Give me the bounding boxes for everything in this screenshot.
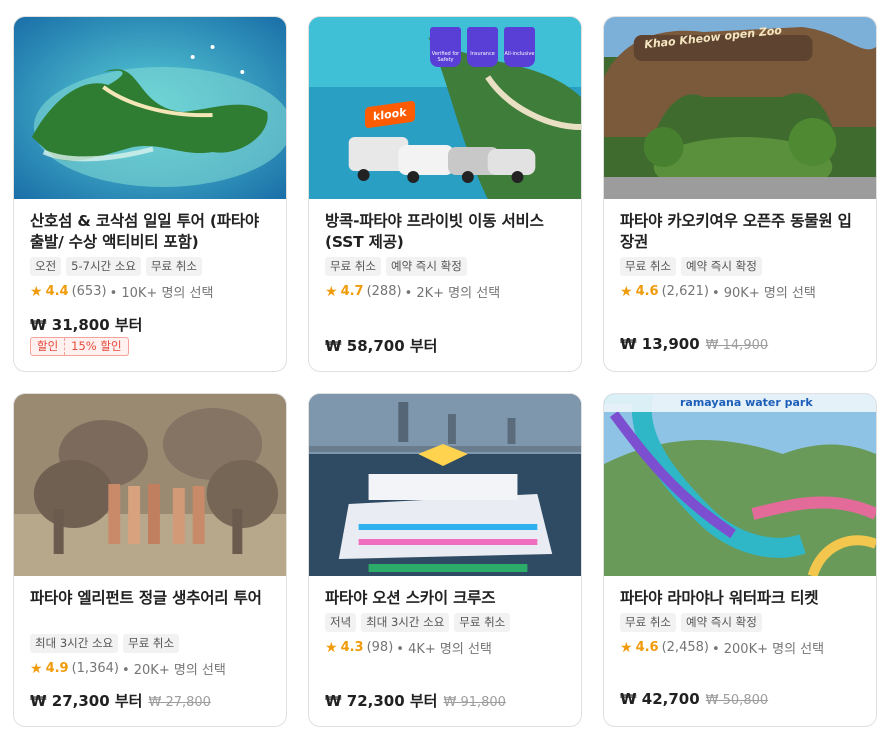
card-image[interactable]: Khao Kheow open Zoo xyxy=(604,17,876,199)
review-count: (288) xyxy=(366,284,402,299)
card-title[interactable]: 파타야 엘리펀트 정글 생추어리 투어 xyxy=(30,588,270,630)
tag: 최대 3시간 소요 xyxy=(361,613,450,632)
price-row: ₩ 42,700 ₩ 50,800 xyxy=(620,690,768,708)
price-row: ₩ 31,800 부터 xyxy=(30,314,142,335)
booked-count: • 90K+ 명의 선택 xyxy=(711,286,816,301)
price: ₩ 31,800 부터 xyxy=(30,316,143,334)
card-image[interactable] xyxy=(14,394,286,576)
booked-count: • 20K+ 명의 선택 xyxy=(121,663,226,678)
activity-grid: 산호섬 & 코삭섬 일일 투어 (파타야 출발/ 수상 액티비티 포함) 오전 … xyxy=(13,16,877,727)
star-icon: ★ xyxy=(620,283,633,300)
price-row: ₩ 58,700 부터 xyxy=(325,335,437,356)
star-icon: ★ xyxy=(30,283,43,300)
rating: ★ 4.3 (98) • 4K+ 명의 선택 xyxy=(325,638,565,658)
star-icon: ★ xyxy=(325,283,338,300)
discount-badge: 할인 15% 할인 xyxy=(30,337,129,356)
tag: 저녁 xyxy=(325,613,357,632)
card-title[interactable]: 방콕-파타야 프라이빗 이동 서비스 (SST 제공) xyxy=(325,211,565,253)
star-icon: ★ xyxy=(620,639,633,656)
tag: 무료 취소 xyxy=(123,634,180,653)
card-image[interactable]: ramayana water park xyxy=(604,394,876,576)
rating-score: 4.7 xyxy=(340,284,364,299)
tag: 무료 취소 xyxy=(325,257,381,276)
tag-list: 최대 3시간 소요 무료 취소 xyxy=(30,634,270,653)
activity-card-elephant-sanctuary[interactable]: 파타야 엘리펀트 정글 생추어리 투어 최대 3시간 소요 무료 취소 ★ 4.… xyxy=(13,393,287,727)
rating: ★ 4.7 (288) • 2K+ 명의 선택 xyxy=(325,282,565,302)
rating: ★ 4.4 (653) • 10K+ 명의 선택 xyxy=(30,282,270,302)
card-image[interactable] xyxy=(309,394,581,576)
rating: ★ 4.6 (2,621) • 90K+ 명의 선택 xyxy=(620,282,860,302)
tag-list: 오전 5-7시간 소요 무료 취소 xyxy=(30,257,270,276)
review-count: (98) xyxy=(366,640,394,655)
tag: 무료 취소 xyxy=(620,257,676,276)
discount-value: 15% 할인 xyxy=(71,339,122,353)
rating: ★ 4.9 (1,364) • 20K+ 명의 선택 xyxy=(30,659,270,679)
tag: 예약 즉시 확정 xyxy=(680,613,762,632)
tag: 5-7시간 소요 xyxy=(66,257,141,276)
rating-score: 4.9 xyxy=(45,661,69,676)
card-image[interactable] xyxy=(14,17,286,199)
original-price: ₩ 91,800 xyxy=(443,695,506,710)
discount-label: 할인 xyxy=(31,338,66,355)
review-count: (1,364) xyxy=(71,661,119,676)
price-row: ₩ 72,300 부터 ₩ 91,800 xyxy=(325,690,506,711)
original-price: ₩ 27,800 xyxy=(148,695,211,710)
insurance-badge: Insurance xyxy=(467,27,498,67)
verified-safety-badge: Verified for Safety xyxy=(430,27,461,67)
tag: 예약 즉시 확정 xyxy=(385,257,467,276)
activity-card-coral-island[interactable]: 산호섬 & 코삭섬 일일 투어 (파타야 출발/ 수상 액티비티 포함) 오전 … xyxy=(13,16,287,372)
review-count: (2,458) xyxy=(661,640,709,655)
star-icon: ★ xyxy=(30,660,43,677)
price-row: ₩ 13,900 ₩ 14,900 xyxy=(620,335,768,353)
ramayana-logo: ramayana water park xyxy=(680,396,813,409)
card-image[interactable]: Verified for Safety Insurance All-inclus… xyxy=(309,17,581,199)
original-price: ₩ 50,800 xyxy=(705,693,769,708)
rating-score: 4.6 xyxy=(635,640,659,655)
price: ₩ 13,900 xyxy=(620,335,700,353)
tag-list: 무료 취소 예약 즉시 확정 xyxy=(620,613,860,632)
rating-score: 4.4 xyxy=(45,284,69,299)
tag-list: 무료 취소 예약 즉시 확정 xyxy=(325,257,565,276)
card-title[interactable]: 산호섬 & 코삭섬 일일 투어 (파타야 출발/ 수상 액티비티 포함) xyxy=(30,211,270,253)
booked-count: • 200K+ 명의 선택 xyxy=(711,642,825,657)
star-icon: ★ xyxy=(325,639,338,656)
review-count: (2,621) xyxy=(661,284,709,299)
price: ₩ 27,300 부터 xyxy=(30,692,143,710)
booked-count: • 2K+ 명의 선택 xyxy=(404,286,501,301)
price: ₩ 42,700 xyxy=(620,690,700,708)
review-count: (653) xyxy=(71,284,107,299)
activity-card-ramayana-water-park[interactable]: ramayana water park 파타야 라마야나 워터파크 티켓 무료 … xyxy=(603,393,877,727)
original-price: ₩ 14,900 xyxy=(705,338,769,353)
price: ₩ 58,700 부터 xyxy=(325,337,438,355)
badge-row: Verified for Safety Insurance All-inclus… xyxy=(430,27,535,67)
booked-count: • 4K+ 명의 선택 xyxy=(396,642,492,657)
tag-list: 무료 취소 예약 즉시 확정 xyxy=(620,257,860,276)
tag: 무료 취소 xyxy=(620,613,676,632)
activity-card-ocean-sky-cruise[interactable]: 파타야 오션 스카이 크루즈 저녁 최대 3시간 소요 무료 취소 ★ 4.3 … xyxy=(308,393,582,727)
all-inclusive-badge: All-inclusive xyxy=(504,27,535,67)
rating-score: 4.6 xyxy=(635,284,659,299)
rating: ★ 4.6 (2,458) • 200K+ 명의 선택 xyxy=(620,638,860,658)
tag: 무료 취소 xyxy=(454,613,511,632)
card-title[interactable]: 파타야 카오키여우 오픈주 동물원 입장권 xyxy=(620,211,860,253)
activity-card-private-transfer[interactable]: Verified for Safety Insurance All-inclus… xyxy=(308,16,582,372)
tag: 무료 취소 xyxy=(145,257,202,276)
tag: 예약 즉시 확정 xyxy=(680,257,762,276)
tag: 최대 3시간 소요 xyxy=(30,634,119,653)
price: ₩ 72,300 부터 xyxy=(325,692,438,710)
booked-count: • 10K+ 명의 선택 xyxy=(109,286,214,301)
tag-list: 저녁 최대 3시간 소요 무료 취소 xyxy=(325,613,565,632)
tag: 오전 xyxy=(30,257,62,276)
price-row: ₩ 27,300 부터 ₩ 27,800 xyxy=(30,690,211,711)
rating-score: 4.3 xyxy=(340,640,364,655)
activity-card-khao-kheow-zoo[interactable]: Khao Kheow open Zoo 파타야 카오키여우 오픈주 동물원 입장… xyxy=(603,16,877,372)
